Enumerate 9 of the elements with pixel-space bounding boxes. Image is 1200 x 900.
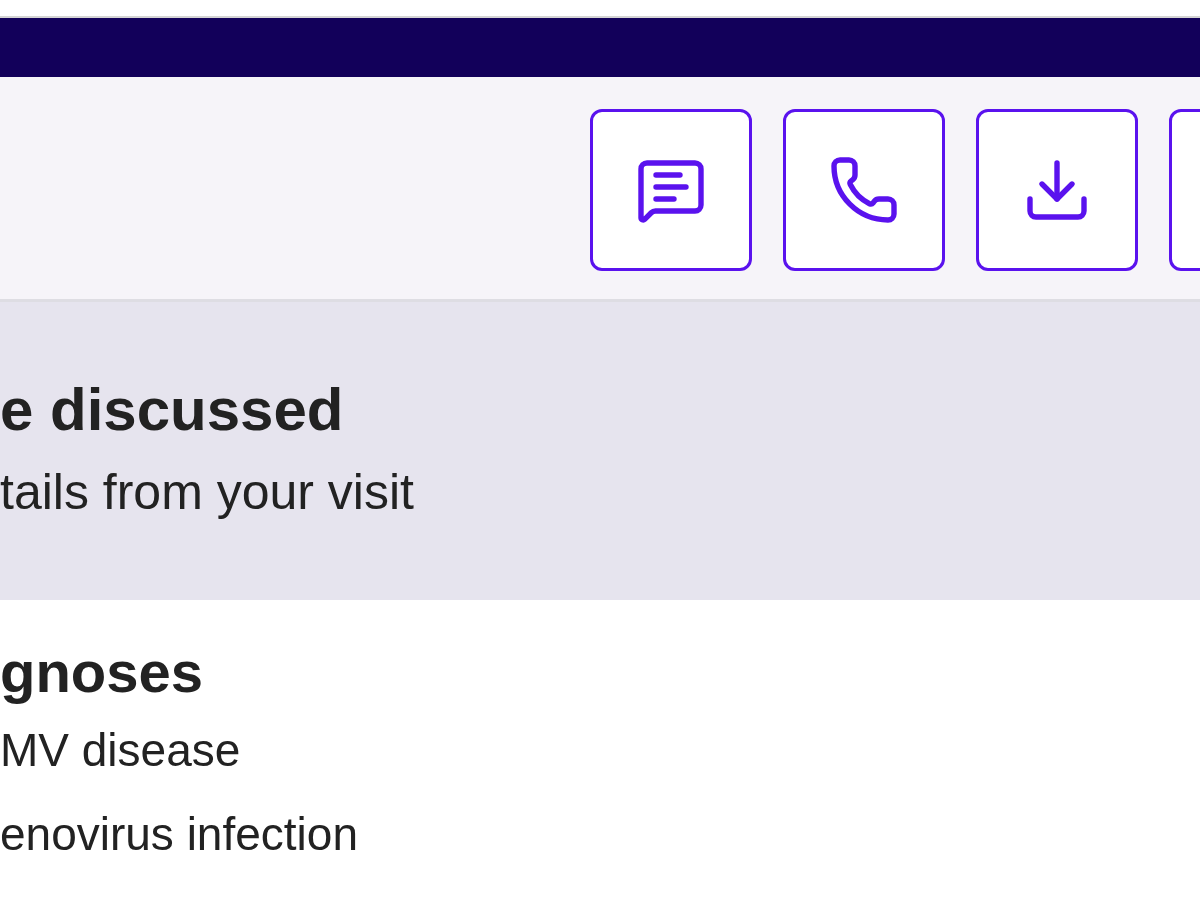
diagnosis-item: MV disease bbox=[0, 723, 242, 778]
download-button[interactable] bbox=[976, 109, 1138, 271]
phone-button[interactable] bbox=[783, 109, 945, 271]
section-title: e discussed bbox=[0, 376, 345, 444]
message-button[interactable] bbox=[590, 109, 752, 271]
phone-icon bbox=[828, 154, 900, 226]
diagnoses-heading: gnoses bbox=[0, 638, 205, 706]
section-subtitle: tails from your visit bbox=[0, 463, 415, 522]
diagnosis-item: enovirus infection bbox=[0, 807, 359, 862]
